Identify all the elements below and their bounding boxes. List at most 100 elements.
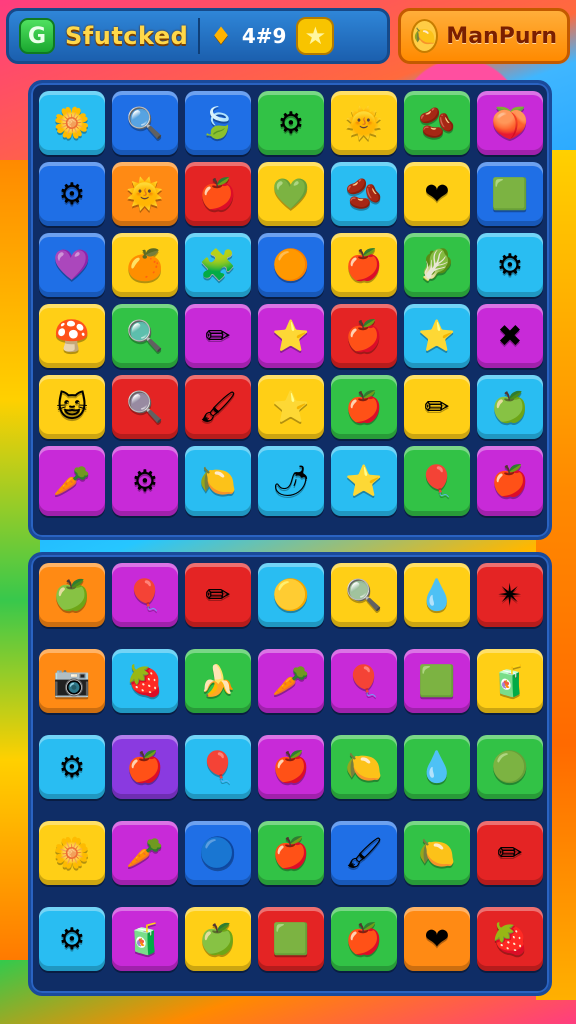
star-icon[interactable]: ★ [296, 17, 335, 55]
tile-carrot-gem[interactable]: 🥕 [112, 821, 178, 885]
tile-star-gem[interactable]: ⭐ [258, 304, 324, 368]
tile-gear-gem[interactable]: ⚙ [39, 907, 105, 971]
tile-gear-gem[interactable]: ⚙ [39, 735, 105, 799]
tile-pencil-gem[interactable]: ✏ [477, 821, 543, 885]
tile-puzzle-gem[interactable]: 🧩 [185, 233, 251, 297]
juice-icon: 🧃 [491, 663, 529, 699]
tile-carrot-gem[interactable]: 🥕 [258, 649, 324, 713]
apple-icon: 🍎 [345, 921, 383, 957]
tile-star-gem[interactable]: ⭐ [331, 446, 397, 516]
gear-icon: ⚙ [277, 105, 305, 141]
magnifier-icon: 🔍 [126, 105, 164, 141]
tile-square-gem[interactable]: 🟩 [477, 162, 543, 226]
fruit-icon: 🍋 [411, 19, 439, 53]
tile-gear-gem[interactable]: ⚙ [477, 233, 543, 297]
tile-pencil-gem[interactable]: ✏ [185, 563, 251, 627]
tile-lemon-gem[interactable]: 🍋 [331, 735, 397, 799]
logo-icon[interactable]: G [19, 18, 55, 54]
tile-strawberry-gem[interactable]: 🍓 [477, 907, 543, 971]
tile-orange-gem[interactable]: 🍊 [112, 233, 178, 297]
tile-drop-gem[interactable]: 💧 [404, 563, 470, 627]
pencil-icon: ✏ [497, 835, 523, 871]
tile-pencil-gem[interactable]: ✏ [185, 304, 251, 368]
tile-gear-gem[interactable]: ⚙ [258, 91, 324, 155]
tile-sun-gem[interactable]: 🌞 [112, 162, 178, 226]
tile-face-gem[interactable]: 😺 [39, 375, 105, 439]
tile-leaf-gem[interactable]: 🥬 [404, 233, 470, 297]
tile-bean-gem[interactable]: 🫘 [331, 162, 397, 226]
tile-bean-gem[interactable]: 🫘 [404, 91, 470, 155]
tile-sparkle-gem[interactable]: ✴ [477, 563, 543, 627]
tile-pencil-gem[interactable]: ✏ [404, 375, 470, 439]
tile-grid-bottom: 🍏 🎈 ✏ 🟡 🔍 💧 ✴ 📷 🍓 🍌 🥕 🎈 🟩 🧃 ⚙ 🍎 🎈 🍎 🍋 💧 🟢 🌼 🥕 🔵 🍎 🖌 🍋 ✏ ⚙ 🧃 🍏 🟩 🍎 ❤ 🍓 [39, 563, 543, 971]
tile-magnifier-gem[interactable]: 🔍 [112, 91, 178, 155]
apple-icon: 🍎 [345, 247, 383, 283]
balloon-icon: 🎈 [418, 463, 456, 499]
tile-apple-gem[interactable]: 🍎 [331, 375, 397, 439]
tile-pepper-gem[interactable]: 🌶 [258, 446, 324, 516]
tile-orb-gem[interactable]: 🟢 [477, 735, 543, 799]
player-panel[interactable]: 🍋 ManPurn [398, 8, 570, 64]
tile-balloon-gem[interactable]: 🎈 [185, 735, 251, 799]
orb-icon: 🟡 [272, 577, 310, 613]
tile-magnifier-gem[interactable]: 🔍 [112, 375, 178, 439]
leaf-icon: 🍃 [199, 105, 237, 141]
tile-apple-gem[interactable]: 🍏 [477, 375, 543, 439]
tile-apple-gem[interactable]: 🍎 [258, 735, 324, 799]
tile-apple-gem[interactable]: 🍎 [331, 233, 397, 297]
tile-juice-gem[interactable]: 🧃 [112, 907, 178, 971]
tile-lemon-gem[interactable]: 🍋 [404, 821, 470, 885]
tile-drop-gem[interactable]: 💧 [404, 735, 470, 799]
juice-icon: 🧃 [126, 921, 164, 957]
tile-apple-gem[interactable]: 🍏 [39, 563, 105, 627]
sun-icon: 🌞 [345, 105, 383, 141]
tile-leaf-gem[interactable]: 💚 [258, 162, 324, 226]
tile-leaf-gem[interactable]: 🍃 [185, 91, 251, 155]
apple-icon: 🍏 [491, 389, 529, 425]
tile-carrot-gem[interactable]: 🥕 [39, 446, 105, 516]
gear-icon: ⚙ [58, 176, 86, 212]
tile-star-gem[interactable]: ⭐ [404, 304, 470, 368]
tile-cross-gem[interactable]: ✖ [477, 304, 543, 368]
tile-orb-gem[interactable]: 🔵 [185, 821, 251, 885]
magnifier-icon: 🔍 [345, 577, 383, 613]
tile-brush-gem[interactable]: 🖌 [185, 375, 251, 439]
tile-balloon-gem[interactable]: 🎈 [331, 649, 397, 713]
gear-icon: ⚙ [58, 921, 86, 957]
tile-apple-gem[interactable]: 🍎 [185, 162, 251, 226]
tile-flower-gem[interactable]: 🌼 [39, 821, 105, 885]
tile-cube-gem[interactable]: 🟩 [404, 649, 470, 713]
tile-square-gem[interactable]: 🟩 [258, 907, 324, 971]
tile-balloon-gem[interactable]: 🎈 [112, 563, 178, 627]
tile-apple-gem[interactable]: 🍎 [331, 304, 397, 368]
tile-strawberry-gem[interactable]: 🍓 [112, 649, 178, 713]
tile-mushroom-gem[interactable]: 🍄 [39, 304, 105, 368]
tile-heart-gem[interactable]: ❤ [404, 907, 470, 971]
tile-apple-gem[interactable]: 🍏 [185, 907, 251, 971]
tile-camera-gem[interactable]: 📷 [39, 649, 105, 713]
tile-star-gem[interactable]: ⭐ [258, 375, 324, 439]
tile-apple-gem[interactable]: 🍎 [331, 907, 397, 971]
tile-lemon-gem[interactable]: 🍋 [185, 446, 251, 516]
tile-gear-gem[interactable]: ⚙ [39, 162, 105, 226]
tile-apple-gem[interactable]: 🍎 [258, 821, 324, 885]
tile-orb-gem[interactable]: 🟡 [258, 563, 324, 627]
sun-icon: 🌞 [126, 176, 164, 212]
tile-magnifier-gem[interactable]: 🔍 [331, 563, 397, 627]
tile-magnifier-gem[interactable]: 🔍 [112, 304, 178, 368]
tile-banana-gem[interactable]: 🍌 [185, 649, 251, 713]
tile-juice-gem[interactable]: 🧃 [477, 649, 543, 713]
tile-gear-gem[interactable]: ⚙ [112, 446, 178, 516]
tile-sun-gem[interactable]: 🌞 [331, 91, 397, 155]
tile-heart-gem[interactable]: ❤ [404, 162, 470, 226]
tile-apple-gem[interactable]: 🍎 [112, 735, 178, 799]
tile-peach-gem[interactable]: 🍑 [477, 91, 543, 155]
strawberry-icon: 🍓 [126, 663, 164, 699]
tile-apple-gem[interactable]: 🍎 [477, 446, 543, 516]
tile-heart-gem[interactable]: 💜 [39, 233, 105, 297]
tile-orb-gem[interactable]: 🟠 [258, 233, 324, 297]
tile-sun-gem[interactable]: 🌼 [39, 91, 105, 155]
tile-brush-gem[interactable]: 🖌 [331, 821, 397, 885]
tile-balloon-gem[interactable]: 🎈 [404, 446, 470, 516]
carrot-icon: 🥕 [126, 835, 164, 871]
